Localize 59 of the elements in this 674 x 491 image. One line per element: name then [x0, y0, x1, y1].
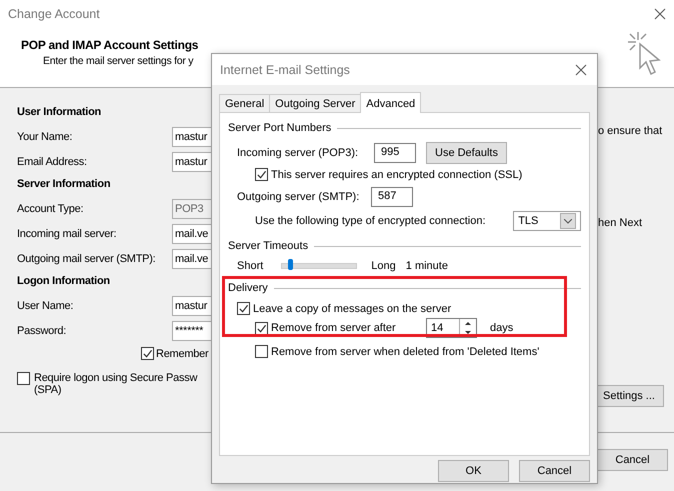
group-title: Delivery: [228, 282, 268, 294]
field-label: Account Type:: [17, 202, 84, 214]
group-title: Server Port Numbers: [228, 122, 332, 134]
field-label: Outgoing server (SMTP):: [237, 191, 360, 203]
checkbox-label: Remove from server when deleted from 'Deleted Items': [271, 346, 540, 358]
input-field[interactable]: mastur: [172, 126, 211, 146]
field-label: Outgoing mail server (SMTP):: [17, 252, 156, 264]
input-field[interactable]: *******: [172, 320, 211, 340]
slider-label: Short: [237, 260, 264, 272]
cancel-button[interactable]: Cancel: [597, 449, 668, 471]
section-heading: Logon Information: [17, 275, 111, 287]
instruction-text: o ensure that: [598, 125, 664, 137]
unit-label: days: [490, 322, 514, 334]
input-field[interactable]: mail.ve: [172, 248, 211, 268]
use-defaults-button[interactable]: Use Defaults: [426, 142, 507, 164]
dialog-button[interactable]: OK: [438, 460, 509, 482]
slider-label: Long: [371, 260, 396, 272]
input-field[interactable]: mastur: [172, 296, 211, 316]
instruction-text: hen Next: [598, 217, 644, 229]
input-field[interactable]: 995: [374, 143, 416, 163]
field-label: Use the following type of encrypted connection:: [255, 215, 487, 227]
window-title: Change Account: [8, 7, 100, 21]
slider-thumb[interactable]: [288, 259, 293, 270]
field-label: Email Address:: [17, 156, 88, 168]
field-label: Password:: [17, 324, 68, 336]
input-field[interactable]: 587: [371, 187, 413, 207]
checkbox[interactable]: [237, 302, 250, 315]
dialog-button[interactable]: Cancel: [519, 460, 590, 482]
checkbox[interactable]: [255, 168, 268, 181]
chevron-down-icon: [564, 218, 572, 224]
field-label: Incoming server (POP3):: [237, 147, 360, 159]
group-title: Server Timeouts: [228, 240, 308, 252]
checkbox[interactable]: [17, 372, 30, 385]
checkbox[interactable]: [141, 347, 154, 360]
close-icon[interactable]: [654, 8, 666, 20]
header-subtitle: Enter the mail server settings for y: [43, 55, 194, 67]
section-heading: User Information: [17, 106, 102, 118]
encryption-dropdown[interactable]: TLS: [513, 211, 581, 231]
timeout-reading: 1 minute: [406, 260, 448, 272]
field-label: Incoming mail server:: [17, 228, 118, 240]
input-field[interactable]: mail.ve: [172, 224, 211, 244]
checkbox-label: Leave a copy of messages on the server: [253, 302, 452, 314]
header-title: POP and IMAP Account Settings: [21, 38, 198, 52]
field-label: Your Name:: [17, 130, 74, 142]
input-field[interactable]: mastur: [172, 152, 211, 172]
tab[interactable]: Advanced: [360, 92, 422, 113]
tab[interactable]: Outgoing Server: [269, 94, 362, 112]
checkbox[interactable]: [255, 345, 268, 358]
checkbox-label: Require logon using Secure Passw: [34, 372, 198, 384]
checkbox-label: Remember: [156, 348, 208, 360]
close-icon[interactable]: [575, 64, 587, 76]
tab[interactable]: General: [219, 94, 270, 112]
checkbox-label: (SPA): [34, 384, 62, 396]
checkbox-label: This server requires an encrypted connection (SSL): [271, 168, 522, 180]
section-heading: Server Information: [17, 178, 112, 190]
checkbox[interactable]: [255, 322, 268, 334]
field-label: User Name:: [17, 300, 74, 312]
dialog-title: Internet E-mail Settings: [220, 62, 350, 76]
checkbox-label: Remove from server after: [271, 322, 397, 334]
